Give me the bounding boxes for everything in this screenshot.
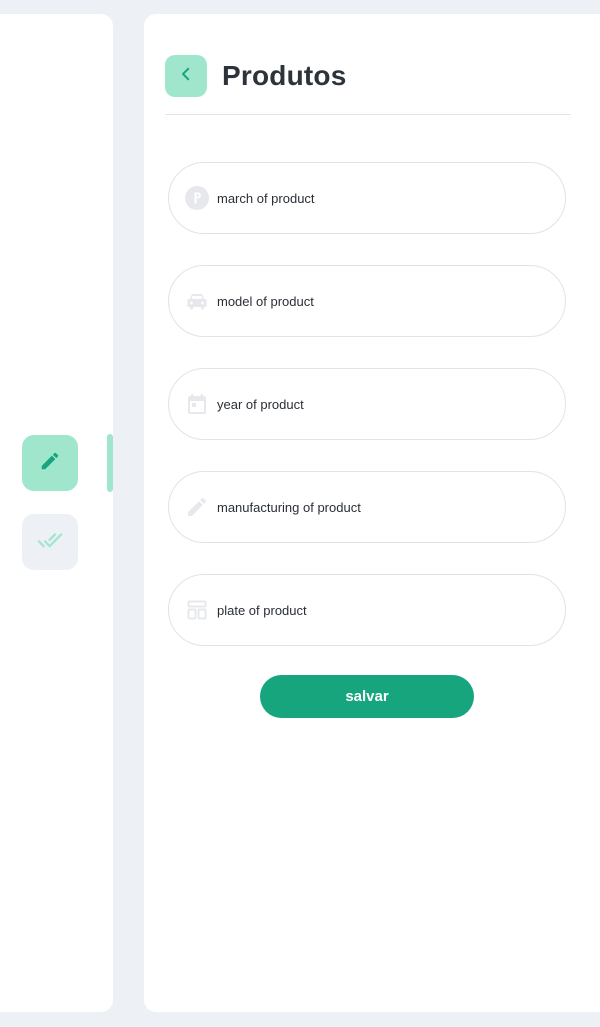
plate-field-placeholder: plate of product [217, 602, 307, 618]
double-check-icon [37, 527, 63, 558]
year-field[interactable]: year of product [168, 368, 566, 440]
parking-icon [185, 186, 209, 210]
sidebar [0, 14, 113, 1012]
active-indicator [107, 434, 113, 492]
page-header: Produtos [165, 54, 571, 98]
back-button[interactable] [165, 55, 207, 97]
model-field-placeholder: model of product [217, 293, 314, 309]
sidebar-done-button[interactable] [22, 514, 78, 570]
pencil-icon [39, 450, 61, 477]
pencil-icon [185, 495, 209, 519]
manufacturing-field[interactable]: manufacturing of product [168, 471, 566, 543]
manufacturing-field-placeholder: manufacturing of product [217, 499, 361, 515]
march-field-placeholder: march of product [217, 190, 315, 206]
main-panel: Produtos march of product model of produ… [144, 14, 600, 1012]
car-icon [185, 289, 209, 313]
chevron-left-icon [177, 65, 195, 88]
march-field[interactable]: march of product [168, 162, 566, 234]
layout-icon [185, 598, 209, 622]
header-divider [165, 114, 571, 115]
sidebar-edit-button[interactable] [22, 435, 78, 491]
save-button[interactable]: salvar [260, 675, 474, 718]
year-field-placeholder: year of product [217, 396, 304, 412]
calendar-icon [185, 392, 209, 416]
model-field[interactable]: model of product [168, 265, 566, 337]
page-title: Produtos [222, 60, 347, 91]
plate-field[interactable]: plate of product [168, 574, 566, 646]
